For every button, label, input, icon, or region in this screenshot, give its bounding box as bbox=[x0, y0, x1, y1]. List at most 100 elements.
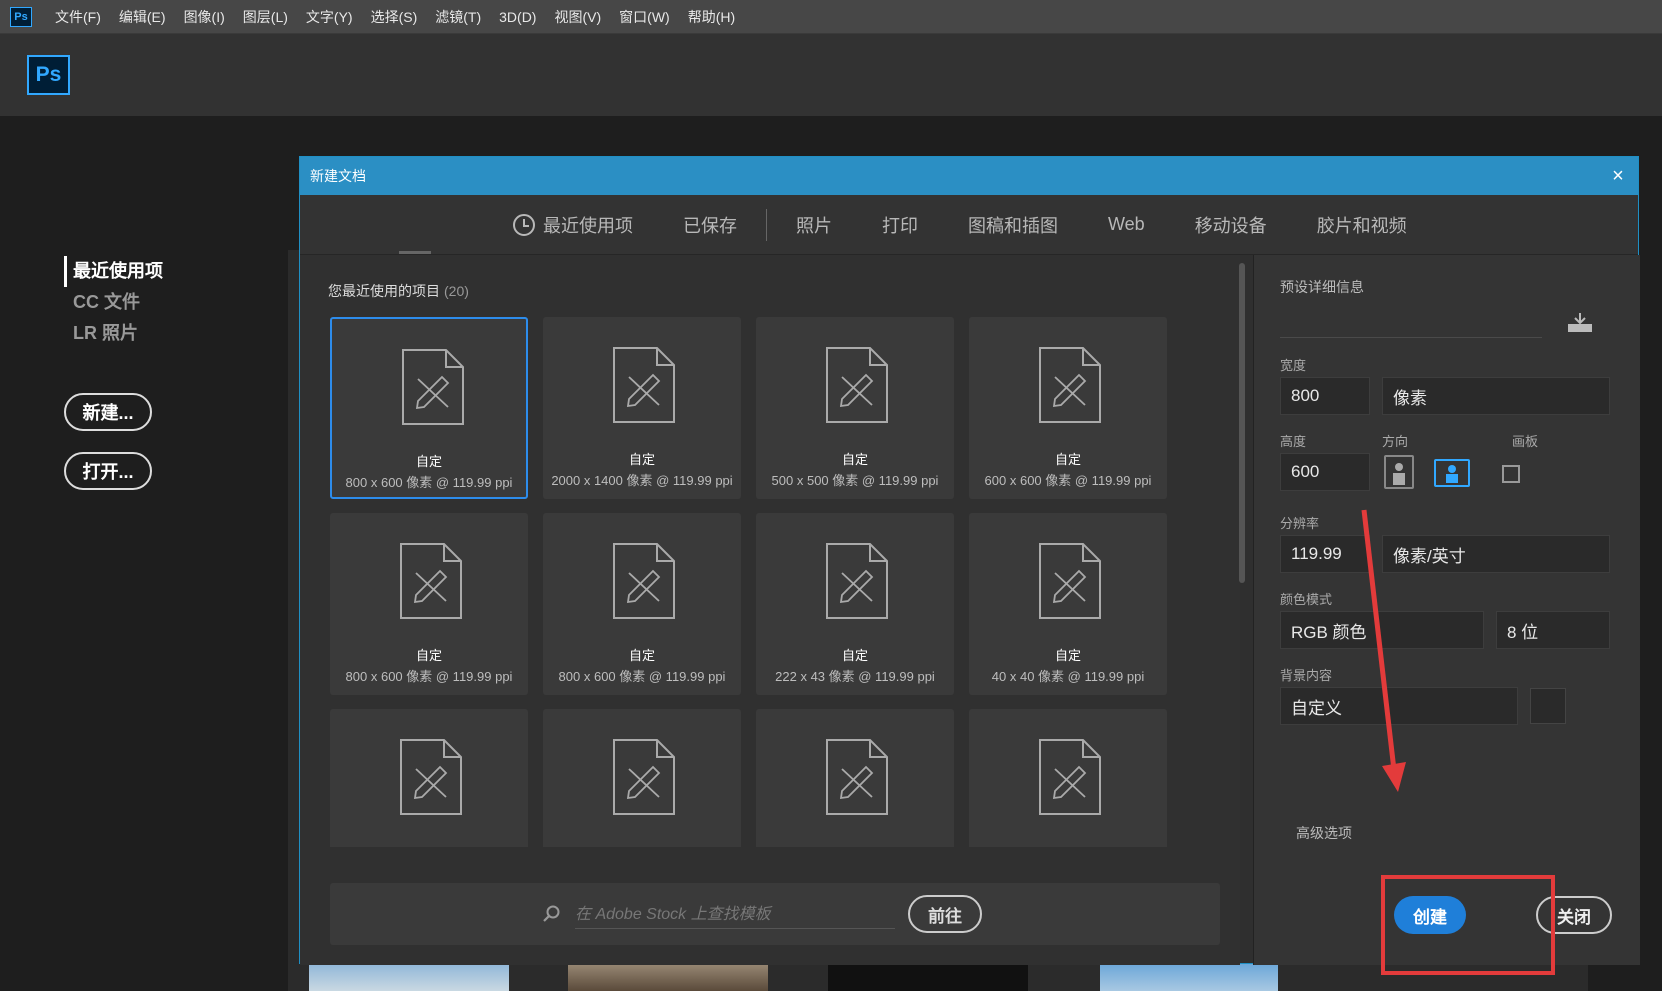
menu-bar: Ps 文件(F) 编辑(E) 图像(I) 图层(L) 文字(Y) 选择(S) 滤… bbox=[0, 0, 1662, 34]
menu-layer[interactable]: 图层(L) bbox=[234, 0, 297, 34]
background-color-swatch[interactable] bbox=[1530, 688, 1566, 724]
preset-card-size: 800 x 600 像素 @ 119.99 ppi bbox=[345, 669, 513, 684]
preset-card[interactable]: 自定 500 x 500 像素 @ 119.99 ppi bbox=[756, 317, 954, 499]
menu-file[interactable]: 文件(F) bbox=[46, 0, 110, 34]
color-mode-select[interactable]: RGB 颜色 bbox=[1280, 611, 1484, 649]
document-icon bbox=[1039, 347, 1101, 423]
recent-thumbnail[interactable] bbox=[309, 963, 509, 991]
goto-button[interactable]: 前往 bbox=[908, 895, 982, 933]
bit-depth-select[interactable]: 8 位 bbox=[1496, 611, 1610, 649]
preset-card[interactable]: 自定 800 x 600 像素 @ 119.99 ppi bbox=[330, 513, 528, 695]
document-icon bbox=[402, 349, 464, 425]
menu-type[interactable]: 文字(Y) bbox=[297, 0, 362, 34]
height-field[interactable]: 600 bbox=[1280, 453, 1370, 491]
document-icon bbox=[613, 739, 675, 815]
start-nav: 最近使用项 CC 文件 LR 照片 bbox=[64, 256, 163, 349]
recent-thumbnail[interactable] bbox=[568, 963, 768, 991]
new-document-dialog: 新建文档 × 最近使用项 已保存 照片 打印 图稿和插图 Web 移动设备 胶片… bbox=[299, 156, 1640, 965]
document-icon bbox=[826, 543, 888, 619]
menu-3d[interactable]: 3D(D) bbox=[490, 0, 545, 34]
menu-help[interactable]: 帮助(H) bbox=[679, 0, 744, 34]
menu-view[interactable]: 视图(V) bbox=[545, 0, 610, 34]
preset-card-name: 自定 bbox=[415, 648, 442, 663]
width-unit-select[interactable]: 像素 bbox=[1382, 377, 1610, 415]
active-tab-indicator bbox=[399, 251, 431, 254]
preset-card-size: 600 x 600 像素 @ 119.99 ppi bbox=[984, 473, 1152, 488]
resolution-unit-select[interactable]: 像素/英寸 bbox=[1382, 535, 1610, 573]
tab-print[interactable]: 打印 bbox=[857, 212, 943, 238]
tab-divider bbox=[766, 208, 767, 241]
recent-items-count: (20) bbox=[444, 283, 469, 299]
preset-card-size: 500 x 500 像素 @ 119.99 ppi bbox=[771, 473, 939, 488]
menu-edit[interactable]: 编辑(E) bbox=[110, 0, 175, 34]
dialog-title: 新建文档 bbox=[310, 168, 366, 184]
tab-art-illustration[interactable]: 图稿和插图 bbox=[943, 212, 1083, 238]
tab-recent[interactable]: 最近使用项 bbox=[488, 212, 658, 238]
preset-card-size: 40 x 40 像素 @ 119.99 ppi bbox=[991, 669, 1145, 684]
preset-card-size: 800 x 600 像素 @ 119.99 ppi bbox=[345, 475, 513, 490]
artboard-label: 画板 bbox=[1512, 434, 1539, 449]
start-nav-recent[interactable]: 最近使用项 bbox=[64, 256, 163, 287]
preset-card-name: 自定 bbox=[841, 452, 868, 467]
color-mode-label: 颜色模式 bbox=[1280, 592, 1333, 607]
preset-card[interactable] bbox=[330, 709, 528, 847]
background-select[interactable]: 自定义 bbox=[1280, 687, 1518, 725]
tab-photo[interactable]: 照片 bbox=[771, 212, 857, 238]
menu-select[interactable]: 选择(S) bbox=[362, 0, 427, 34]
tab-mobile[interactable]: 移动设备 bbox=[1170, 212, 1292, 238]
document-icon bbox=[826, 739, 888, 815]
preset-card[interactable] bbox=[543, 709, 741, 847]
preset-card[interactable]: 自定 40 x 40 像素 @ 119.99 ppi bbox=[969, 513, 1167, 695]
recent-items-pane: 您最近使用的项目 (20) 自定 800 x 600 像素 @ 119.99 ppi… bbox=[300, 255, 1245, 965]
start-nav-lr-photos[interactable]: LR 照片 bbox=[64, 318, 163, 349]
tab-film-video[interactable]: 胶片和视频 bbox=[1292, 212, 1432, 238]
stock-search-bar: 前往 bbox=[330, 883, 1220, 945]
stock-search-input[interactable] bbox=[575, 901, 895, 929]
artboard-checkbox[interactable] bbox=[1502, 465, 1520, 483]
recent-thumbnail[interactable] bbox=[828, 963, 1028, 991]
background-label: 背景内容 bbox=[1280, 668, 1333, 683]
open-button[interactable]: 打开... bbox=[64, 452, 152, 490]
preset-card-name: 自定 bbox=[415, 454, 442, 469]
preset-card-name: 自定 bbox=[841, 648, 868, 663]
tab-saved[interactable]: 已保存 bbox=[658, 212, 762, 238]
menu-image[interactable]: 图像(I) bbox=[175, 0, 234, 34]
preset-card[interactable] bbox=[756, 709, 954, 847]
person-icon-head bbox=[1395, 463, 1403, 471]
document-icon bbox=[400, 739, 462, 815]
preset-card[interactable]: 自定 222 x 43 像素 @ 119.99 ppi bbox=[756, 513, 954, 695]
preset-card[interactable]: 自定 600 x 600 像素 @ 119.99 ppi bbox=[969, 317, 1167, 499]
preset-tabs: 最近使用项 已保存 照片 打印 图稿和插图 Web 移动设备 胶片和视频 bbox=[300, 195, 1638, 255]
tab-web[interactable]: Web bbox=[1083, 214, 1170, 235]
preset-card[interactable]: 自定 2000 x 1400 像素 @ 119.99 ppi bbox=[543, 317, 741, 499]
search-icon bbox=[543, 905, 560, 922]
preset-card-size: 800 x 600 像素 @ 119.99 ppi bbox=[558, 669, 726, 684]
document-icon bbox=[1039, 739, 1101, 815]
save-preset-icon[interactable] bbox=[1567, 311, 1593, 333]
grid-scrollbar[interactable] bbox=[1239, 263, 1245, 583]
preset-name-field[interactable] bbox=[1280, 337, 1542, 338]
landscape-orientation-icon[interactable] bbox=[1434, 459, 1470, 487]
preset-grid: 自定 800 x 600 像素 @ 119.99 ppi 自定 2000 x 1400… bbox=[330, 317, 1170, 847]
resolution-label: 分辨率 bbox=[1280, 516, 1320, 531]
height-label: 高度 bbox=[1280, 434, 1307, 449]
width-field[interactable]: 800 bbox=[1280, 377, 1370, 415]
menu-window[interactable]: 窗口(W) bbox=[610, 0, 679, 34]
portrait-orientation-icon[interactable] bbox=[1384, 455, 1414, 489]
resolution-field[interactable]: 119.99 bbox=[1280, 535, 1370, 573]
document-icon bbox=[1039, 543, 1101, 619]
preset-card[interactable]: 自定 800 x 600 像素 @ 119.99 ppi bbox=[330, 317, 528, 499]
photoshop-app-icon[interactable]: Ps bbox=[10, 6, 32, 27]
recent-thumbnail[interactable] bbox=[1100, 963, 1278, 991]
preset-card[interactable]: 自定 800 x 600 像素 @ 119.99 ppi bbox=[543, 513, 741, 695]
menu-filter[interactable]: 滤镜(T) bbox=[426, 0, 490, 34]
preset-details-title: 预设详细信息 bbox=[1280, 279, 1364, 295]
preset-card[interactable] bbox=[969, 709, 1167, 847]
new-button[interactable]: 新建... bbox=[64, 393, 152, 431]
dialog-close-icon[interactable]: × bbox=[1608, 166, 1628, 186]
preset-card-name: 自定 bbox=[1054, 452, 1081, 467]
start-nav-cc-files[interactable]: CC 文件 bbox=[64, 287, 163, 318]
preset-card-size: 2000 x 1400 像素 @ 119.99 ppi bbox=[551, 473, 733, 488]
advanced-options-toggle[interactable]: 高级选项 bbox=[1296, 823, 1352, 843]
preset-card-name: 自定 bbox=[1054, 648, 1081, 663]
